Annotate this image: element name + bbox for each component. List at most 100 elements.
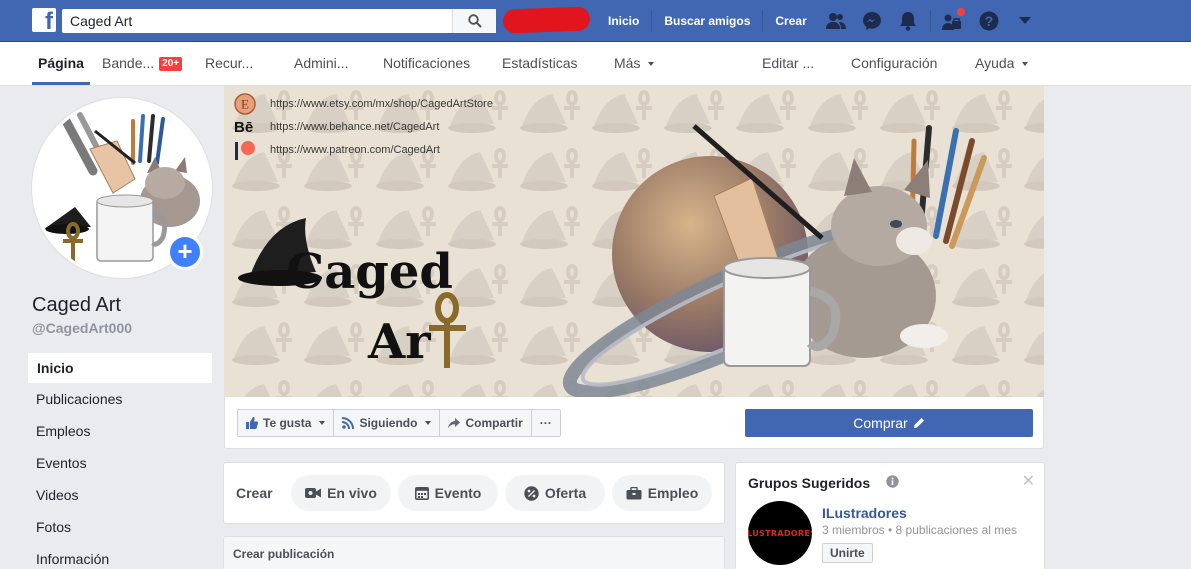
- notification-dot: [957, 8, 965, 16]
- messenger-icon[interactable]: [854, 0, 890, 42]
- plus-icon: +: [170, 237, 200, 267]
- create-offer-button[interactable]: Oferta: [505, 475, 605, 511]
- page-management-tabs: Página Bande... 20+ Recur... Admini... No…: [0, 42, 1191, 86]
- tab-bandeja[interactable]: Bande... 20+: [102, 42, 183, 85]
- nav-create-link[interactable]: Crear: [762, 10, 818, 32]
- following-button-label: Siguiendo: [359, 416, 418, 430]
- svg-text:E: E: [241, 96, 249, 111]
- like-button[interactable]: Te gusta: [237, 409, 335, 437]
- search-input[interactable]: [62, 9, 452, 33]
- patreon-link[interactable]: https://www.patreon.com/CagedArt: [234, 138, 493, 161]
- behance-logo-icon: Bē: [234, 117, 262, 137]
- sidebar-item-publicaciones[interactable]: Publicaciones: [27, 384, 213, 416]
- search-box: [62, 9, 496, 33]
- tab-bandeja-label: Bande...: [102, 55, 155, 71]
- nav-home-link[interactable]: Inicio: [596, 10, 651, 32]
- sidebar-item-fotos[interactable]: Fotos: [27, 512, 213, 544]
- buy-button[interactable]: Comprar: [745, 409, 1033, 437]
- page-title: Caged Art: [32, 294, 121, 316]
- go-live-button[interactable]: En vivo: [291, 475, 391, 511]
- tab-ayuda[interactable]: Ayuda: [975, 42, 1029, 85]
- create-content-card: Crear En vivo Evento Oferta Empleo: [223, 462, 725, 524]
- share-button[interactable]: Compartir: [439, 409, 532, 437]
- video-camera-icon: [305, 488, 322, 498]
- group-avatar[interactable]: ILUSTRADORES: [748, 501, 812, 565]
- suggested-groups-card: Grupos Sugeridos ✕ ILUSTRADORES ILustrad…: [735, 462, 1045, 569]
- chevron-down-icon: [319, 421, 326, 425]
- tab-administracion[interactable]: Admini...: [294, 42, 348, 85]
- group-name-link[interactable]: ILustradores: [822, 505, 907, 521]
- join-group-button[interactable]: Unirte: [822, 543, 873, 563]
- share-arrow-icon: [448, 417, 461, 428]
- behance-link[interactable]: Bē https://www.behance.net/CagedArt: [234, 115, 493, 138]
- buy-button-label: Comprar: [853, 415, 908, 431]
- search-icon: [467, 14, 482, 28]
- cover-title-line-2: Ar: [368, 314, 431, 370]
- top-navigation-bar: f Inicio Buscar amigos Crear ?: [0, 0, 1191, 42]
- tab-estadisticas[interactable]: Estadísticas: [502, 42, 577, 85]
- cover-links-list: E https://www.etsy.com/mx/shop/CagedArtS…: [234, 92, 493, 161]
- help-question-icon[interactable]: ?: [971, 0, 1007, 42]
- create-offer-label: Oferta: [544, 485, 587, 501]
- page-action-bar: Te gusta Siguiendo Compartir ··· Comprar: [224, 397, 1044, 449]
- chevron-down-icon: [425, 421, 432, 425]
- sidebar-item-videos[interactable]: Videos: [27, 480, 213, 512]
- page-sidebar-nav: Inicio Publicaciones Empleos Eventos Vid…: [27, 352, 213, 569]
- create-post-title: Crear publicación: [233, 547, 335, 561]
- top-nav-links: Inicio Buscar amigos Crear: [596, 0, 819, 42]
- svg-text:?: ?: [985, 13, 994, 29]
- tab-configuracion[interactable]: Configuración: [851, 42, 937, 85]
- behance-link-text: https://www.behance.net/CagedArt: [270, 120, 440, 133]
- notifications-bell-icon[interactable]: [890, 0, 926, 42]
- info-icon[interactable]: [886, 475, 899, 488]
- create-event-label: Evento: [434, 485, 482, 501]
- top-nav-icons: ?: [818, 0, 1043, 42]
- tab-notificaciones[interactable]: Notificaciones: [383, 42, 470, 85]
- pencil-edit-icon: [913, 418, 924, 428]
- suggested-groups-title: Grupos Sugeridos: [748, 475, 871, 491]
- sidebar-item-empleos[interactable]: Empleos: [27, 416, 213, 448]
- tab-pagina[interactable]: Página: [32, 42, 90, 85]
- facebook-logo-icon[interactable]: f: [32, 8, 56, 32]
- cover-title-line-1: Caged: [286, 244, 453, 300]
- nav-find-friends-link[interactable]: Buscar amigos: [651, 10, 762, 32]
- search-button[interactable]: [452, 9, 496, 33]
- page-username[interactable]: @CagedArt000: [32, 320, 132, 336]
- sidebar-item-inicio[interactable]: Inicio: [27, 352, 213, 384]
- rss-feed-icon: [342, 417, 355, 429]
- like-button-label: Te gusta: [263, 416, 312, 430]
- group-avatar-wordmark: ILUSTRADORES: [748, 528, 812, 538]
- briefcase-icon: [626, 486, 642, 499]
- etsy-logo-icon: E: [234, 92, 262, 115]
- chevron-down-icon: [1022, 62, 1029, 66]
- create-event-button[interactable]: Evento: [398, 475, 498, 511]
- etsy-link[interactable]: E https://www.etsy.com/mx/shop/CagedArtS…: [234, 92, 493, 115]
- chevron-down-icon: [648, 62, 655, 66]
- close-icon[interactable]: ✕: [1022, 471, 1035, 491]
- following-button[interactable]: Siguiendo: [333, 409, 441, 437]
- tab-editar[interactable]: Editar ...: [762, 42, 814, 85]
- create-post-card[interactable]: Crear publicación: [223, 536, 725, 569]
- create-label: Crear: [236, 485, 273, 501]
- sidebar-item-informacion[interactable]: Información: [27, 544, 213, 569]
- go-live-label: En vivo: [327, 485, 377, 501]
- cover-photo[interactable]: E https://www.etsy.com/mx/shop/CagedArtS…: [224, 86, 1044, 397]
- tab-mas[interactable]: Más: [614, 42, 655, 85]
- create-job-button[interactable]: Empleo: [612, 475, 712, 511]
- update-profile-photo-button[interactable]: +: [167, 234, 203, 270]
- nav-separator: [930, 10, 931, 32]
- patreon-logo-icon: [234, 140, 262, 160]
- page-action-buttons: Te gusta Siguiendo Compartir ···: [237, 409, 561, 437]
- tab-recursos[interactable]: Recur...: [205, 42, 253, 85]
- redacted-profile-name: [502, 6, 591, 34]
- friend-requests-icon[interactable]: [818, 0, 854, 42]
- inbox-count-badge: 20+: [159, 57, 183, 71]
- account-menu-chevron-down-icon[interactable]: [1007, 0, 1043, 42]
- etsy-link-text: https://www.etsy.com/mx/shop/CagedArtSto…: [270, 97, 493, 110]
- svg-text:Bē: Bē: [234, 119, 253, 135]
- patreon-link-text: https://www.patreon.com/CagedArt: [270, 143, 440, 156]
- page-friends-icon[interactable]: [935, 0, 971, 42]
- create-job-label: Empleo: [647, 485, 699, 501]
- more-options-button[interactable]: ···: [530, 409, 561, 437]
- sidebar-item-eventos[interactable]: Eventos: [27, 448, 213, 480]
